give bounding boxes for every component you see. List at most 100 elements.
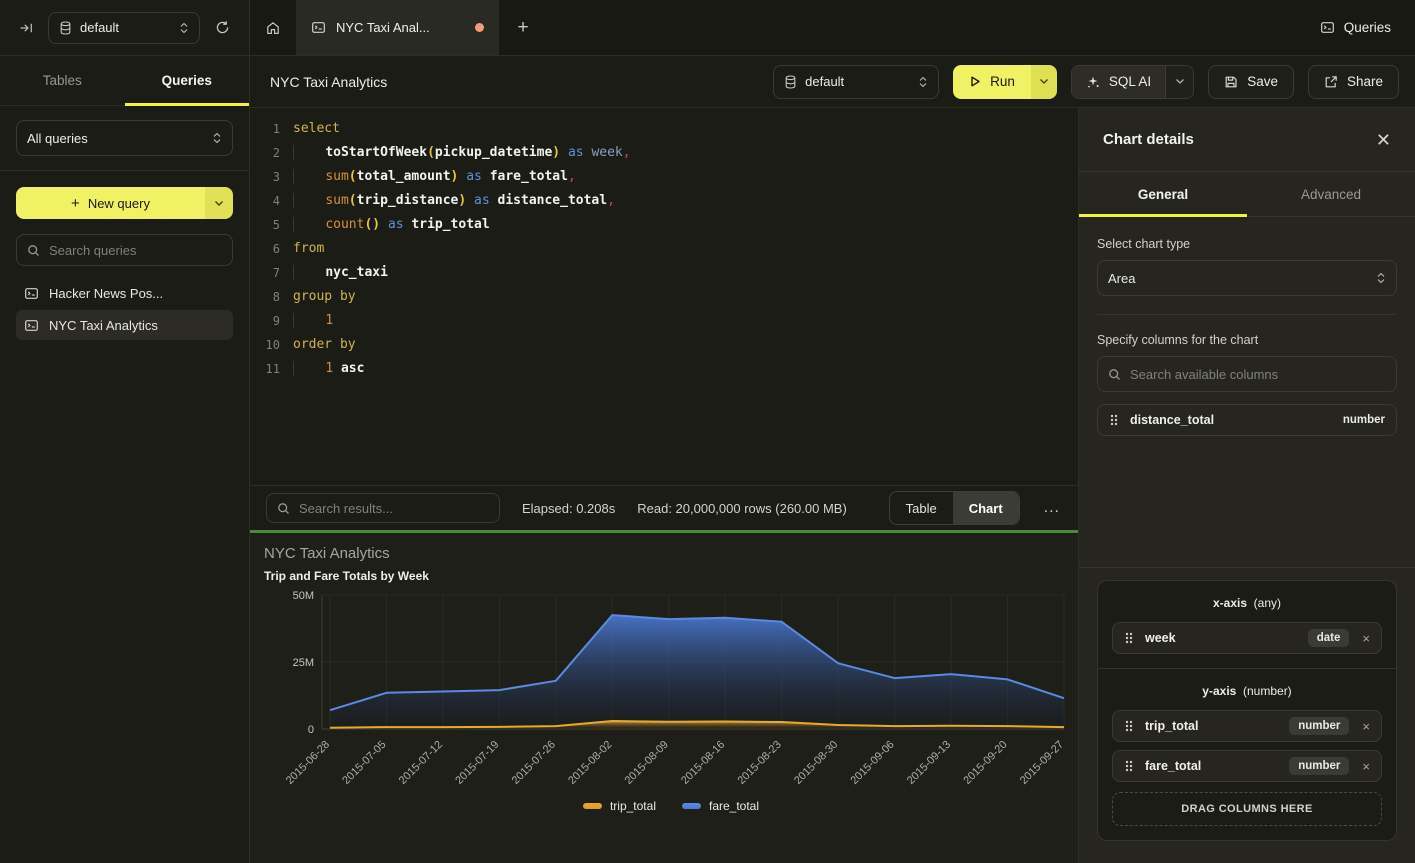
line-number: 11: [250, 357, 280, 381]
query-list-item[interactable]: Hacker News Pos...: [16, 278, 233, 308]
run-button[interactable]: Run: [953, 65, 1031, 99]
search-columns-input[interactable]: [1130, 367, 1386, 382]
more-options-button[interactable]: ...: [1042, 499, 1062, 517]
y-axis-title-text: y-axis: [1202, 684, 1236, 698]
chevron-updown-icon: [179, 22, 189, 34]
editor-line: 7 nyc_taxi: [250, 261, 1078, 285]
chart-type-select[interactable]: Area: [1097, 260, 1397, 296]
sql-editor[interactable]: 1select2 toStartOfWeek(pickup_datetime) …: [250, 108, 1078, 485]
line-number: 10: [250, 333, 280, 357]
close-panel-button[interactable]: ✕: [1376, 131, 1391, 149]
drag-handle-icon[interactable]: [1124, 719, 1134, 733]
run-split-button: Run: [953, 65, 1057, 99]
drag-handle-icon[interactable]: [1124, 759, 1134, 773]
editor-line: 5 count() as trip_total: [250, 213, 1078, 237]
x-tick-label: 2015-07-12: [397, 739, 445, 787]
chart-details-header: Chart details ✕: [1079, 108, 1415, 172]
editor-code-line: count() as trip_total: [280, 213, 490, 237]
chart-title: NYC Taxi Analytics: [264, 545, 1078, 562]
new-query-button[interactable]: + New query: [16, 187, 205, 219]
drop-zone[interactable]: DRAG COLUMNS HERE: [1112, 792, 1382, 826]
editor-line: 6from: [250, 237, 1078, 261]
x-axis-title: x-axis (any): [1112, 596, 1382, 610]
collapse-sidebar-button[interactable]: [14, 16, 38, 40]
sidebar-tab-tables[interactable]: Tables: [0, 56, 125, 105]
database-selector[interactable]: default: [48, 12, 200, 44]
x-tick-label: 2015-09-27: [1018, 739, 1066, 787]
line-number: 1: [250, 117, 280, 141]
query-list-item[interactable]: NYC Taxi Analytics: [16, 310, 233, 340]
spacer: [1079, 436, 1415, 567]
chart-details-tabs: General Advanced: [1079, 172, 1415, 217]
chart-details-panel: Chart details ✕ General Advanced Select …: [1078, 108, 1415, 863]
refresh-button[interactable]: [210, 15, 235, 40]
run-dropdown-button[interactable]: [1031, 65, 1057, 99]
x-axis-column-row[interactable]: weekdate×: [1112, 622, 1382, 654]
legend-item-fare_total[interactable]: fare_total: [682, 799, 759, 813]
share-button[interactable]: Share: [1308, 65, 1399, 99]
query-header: NYC Taxi Analytics default Run SQL AI: [250, 56, 1415, 108]
remove-column-button[interactable]: ×: [1360, 759, 1370, 774]
view-toggle-table[interactable]: Table: [890, 492, 953, 524]
search-queries-input[interactable]: [49, 243, 222, 258]
x-tick-label: 2015-08-16: [679, 739, 727, 787]
tab-general[interactable]: General: [1079, 172, 1247, 216]
tab-advanced[interactable]: Advanced: [1247, 172, 1415, 216]
legend-swatch: [583, 803, 602, 809]
query-icon: [24, 286, 39, 301]
legend-swatch: [682, 803, 701, 809]
new-tab-button[interactable]: +: [499, 0, 547, 55]
x-axis-title-text: x-axis: [1213, 596, 1247, 610]
chart-legend: trip_total fare_total: [264, 799, 1078, 813]
x-axis-hint: (any): [1254, 596, 1281, 610]
play-icon: [969, 75, 981, 88]
view-toggle-chart[interactable]: Chart: [953, 492, 1019, 524]
area-chart[interactable]: 025M50M2015-06-282015-07-052015-07-12201…: [264, 585, 1078, 813]
y-axis-column-row[interactable]: fare_total number ×: [1112, 750, 1382, 782]
sidebar-tab-queries[interactable]: Queries: [125, 56, 250, 105]
sparkle-icon: [1086, 75, 1100, 89]
new-query-split-button: + New query: [16, 187, 233, 219]
sql-ai-button[interactable]: SQL AI: [1072, 66, 1165, 98]
x-tick-label: 2015-06-28: [284, 739, 332, 787]
top-bar-left: default: [0, 0, 250, 55]
remove-column-button[interactable]: ×: [1360, 631, 1370, 646]
query-list: Hacker News Pos...NYC Taxi Analytics: [0, 278, 249, 340]
tab-label: NYC Taxi Anal...: [336, 20, 430, 35]
remove-column-button[interactable]: ×: [1360, 719, 1370, 734]
database-selector-value: default: [80, 20, 119, 35]
line-number: 4: [250, 189, 280, 213]
home-button[interactable]: [250, 0, 297, 55]
divider: [1097, 314, 1397, 315]
search-queries-box: [16, 234, 233, 266]
query-icon: [311, 20, 326, 35]
x-axis-rows: weekdate×: [1112, 622, 1382, 654]
chart-subtitle: Trip and Fare Totals by Week: [264, 569, 1078, 583]
legend-label: trip_total: [610, 799, 656, 813]
editor-line: 3 sum(total_amount) as fare_total,: [250, 165, 1078, 189]
y-axis-column-row[interactable]: trip_totalnumber×: [1112, 710, 1382, 742]
save-button[interactable]: Save: [1208, 65, 1294, 99]
column-name: fare_total: [1145, 759, 1201, 773]
query-icon: [1320, 20, 1335, 35]
share-label: Share: [1347, 74, 1383, 89]
drag-handle-icon[interactable]: [1109, 413, 1119, 427]
query-filter-select[interactable]: All queries: [16, 120, 233, 156]
search-results-input[interactable]: [299, 501, 489, 516]
available-column-row[interactable]: distance_totalnumber: [1097, 404, 1397, 436]
y-axis-hint: (number): [1243, 684, 1292, 698]
area-fare_total: [330, 615, 1064, 729]
run-database-selector[interactable]: default: [773, 65, 939, 99]
queries-shortcut-label: Queries: [1344, 20, 1391, 35]
queries-shortcut-button[interactable]: Queries: [1296, 0, 1415, 55]
collapse-sidebar-icon: [19, 21, 33, 35]
editor-code-line: 1: [280, 309, 333, 333]
sql-ai-dropdown-button[interactable]: [1165, 66, 1193, 98]
column-name: week: [1145, 631, 1176, 645]
drag-handle-icon[interactable]: [1124, 631, 1134, 645]
column-type-badge: number: [1289, 757, 1349, 775]
chevron-down-icon: [214, 200, 224, 207]
tab-nyc-taxi-analytics[interactable]: NYC Taxi Anal...: [297, 0, 499, 55]
new-query-dropdown-button[interactable]: [205, 187, 233, 219]
legend-item-trip_total[interactable]: trip_total: [583, 799, 656, 813]
